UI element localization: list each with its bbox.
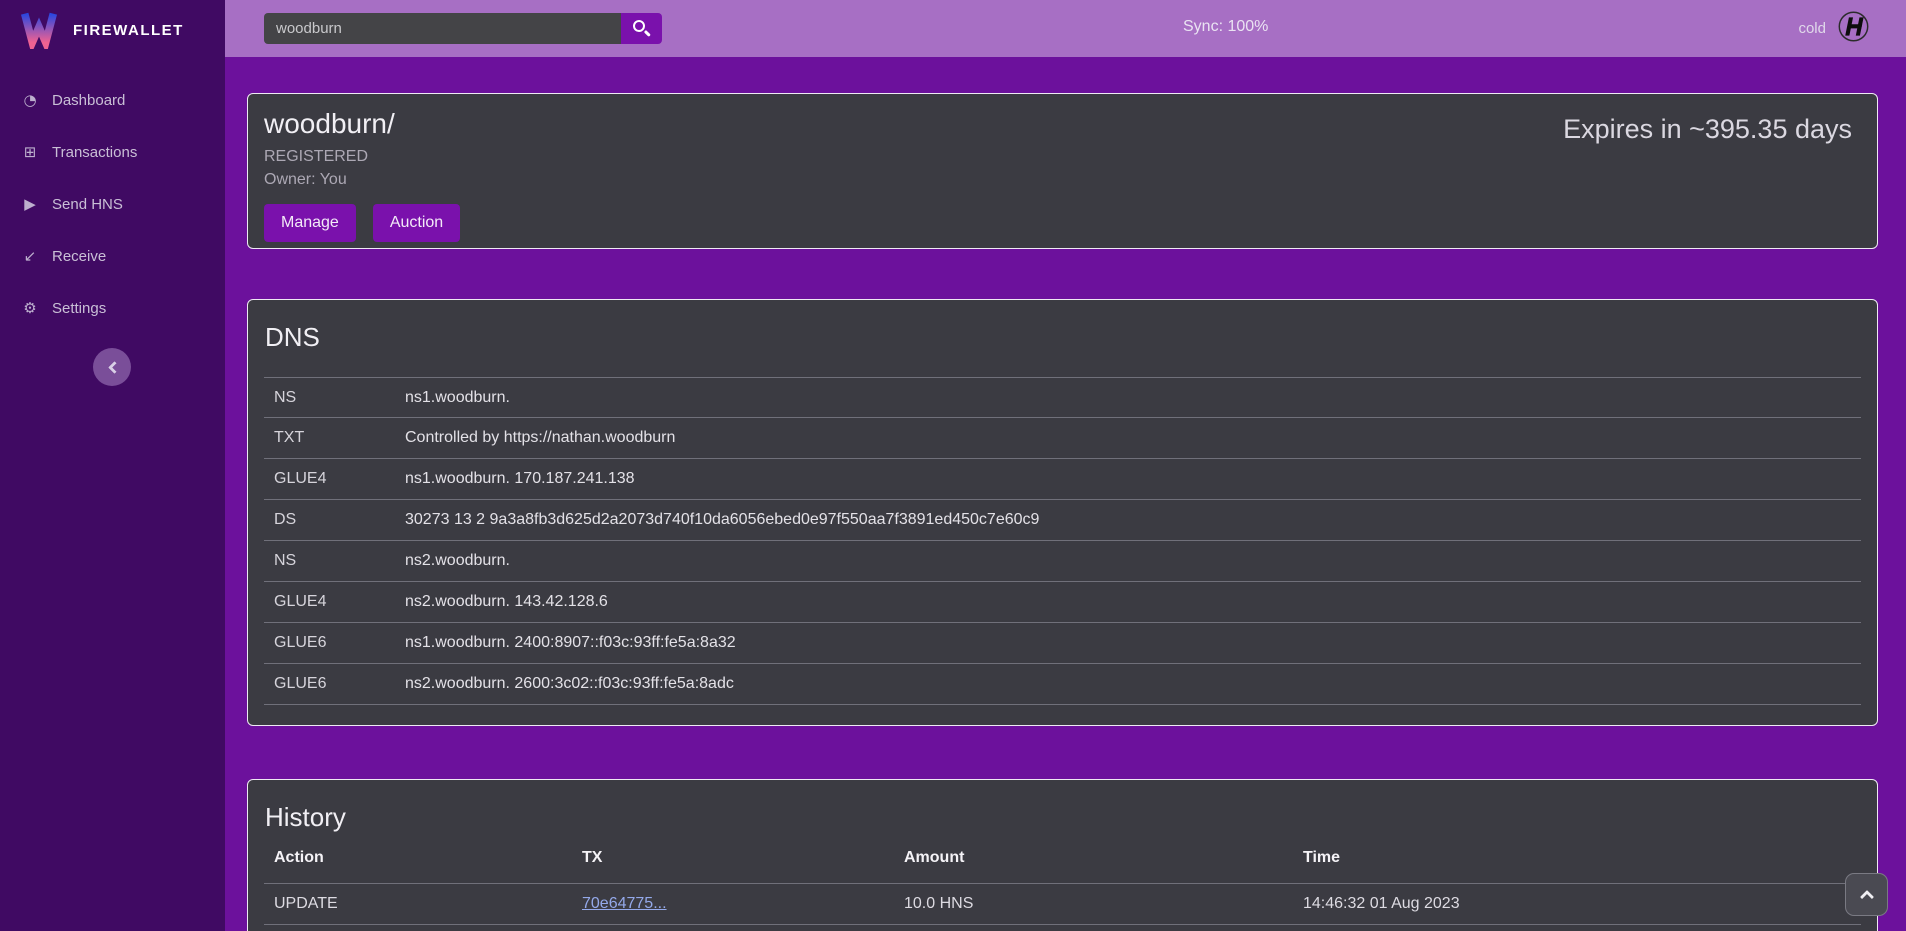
dns-record-value: Controlled by https://nathan.woodburn xyxy=(405,429,675,447)
tx-link[interactable]: 70e64775... xyxy=(582,895,667,912)
dns-record-row: GLUE4 ns1.woodburn. 170.187.241.138 xyxy=(264,459,1861,500)
auction-button[interactable]: Auction xyxy=(373,204,460,242)
sidebar-item-dashboard[interactable]: ◔ Dashboard xyxy=(0,74,225,126)
dns-record-type: NS xyxy=(274,389,405,407)
wallet-selector[interactable]: cold xyxy=(1798,0,1870,57)
domain-expiry: Expires in ~395.35 days xyxy=(1563,114,1852,145)
dns-record-type: GLUE4 xyxy=(274,470,405,488)
dns-record-type: TXT xyxy=(274,429,405,447)
history-card-title: History xyxy=(264,794,1861,833)
sidebar-item-settings[interactable]: ⚙ Settings xyxy=(0,282,225,334)
search-box xyxy=(264,13,662,44)
sidebar-item-label: Send HNS xyxy=(52,196,123,213)
sidebar-item-transactions[interactable]: ⊞ Transactions xyxy=(0,126,225,178)
dns-record-value: ns1.woodburn. 2400:8907::f03c:93ff:fe5a:… xyxy=(405,634,736,652)
history-col-action: Action xyxy=(274,849,582,867)
history-action: UPDATE xyxy=(274,895,582,913)
dns-card-title: DNS xyxy=(264,314,1861,353)
chevron-left-icon xyxy=(108,361,121,374)
search-icon xyxy=(633,20,645,32)
dns-record-type: DS xyxy=(274,511,405,529)
dns-record-type: NS xyxy=(274,552,405,570)
sidebar-item-label: Transactions xyxy=(52,144,137,161)
dns-record-row: NS ns1.woodburn. xyxy=(264,377,1861,418)
history-col-tx: TX xyxy=(582,849,904,867)
sidebar-item-label: Settings xyxy=(52,300,106,317)
sidebar-item-label: Receive xyxy=(52,248,106,265)
dns-record-value: ns2.woodburn. 143.42.128.6 xyxy=(405,593,608,611)
sidebar: FIREWALLET ◔ Dashboard ⊞ Transactions ▶ … xyxy=(0,0,225,931)
history-amount: 10.0 HNS xyxy=(904,895,1303,913)
history-row: UPDATE 70e64775... 10.0 HNS 14:46:32 01 … xyxy=(264,883,1861,924)
dns-record-type: GLUE4 xyxy=(274,593,405,611)
history-time: 14:46:32 01 Aug 2023 xyxy=(1303,895,1851,913)
send-icon: ▶ xyxy=(20,195,40,213)
sidebar-item-label: Dashboard xyxy=(52,92,125,109)
history-card: History Action TX Amount Time UPDATE 70e… xyxy=(247,779,1878,931)
manage-button[interactable]: Manage xyxy=(264,204,356,242)
history-table-header: Action TX Amount Time xyxy=(264,833,1861,883)
dns-table: NS ns1.woodburn. TXT Controlled by https… xyxy=(264,377,1861,705)
domain-card: woodburn/ REGISTERED Owner: You Manage A… xyxy=(247,93,1878,249)
settings-icon: ⚙ xyxy=(20,299,40,317)
dns-record-row: NS ns2.woodburn. xyxy=(264,541,1861,582)
receive-icon: ↙ xyxy=(20,247,40,265)
brand-logo: FIREWALLET xyxy=(0,0,225,60)
dns-record-type: GLUE6 xyxy=(274,634,405,652)
main-content: Sync: 100% cold woodburn/ REGISTERED Own… xyxy=(225,0,1906,931)
sidebar-item-receive[interactable]: ↙ Receive xyxy=(0,230,225,282)
history-row: RENEW d72c5e44... 10.0 HNS 15:17:36 07 F… xyxy=(264,924,1861,931)
dns-record-value: ns2.woodburn. 2600:3c02::f03c:93ff:fe5a:… xyxy=(405,675,734,693)
topbar: Sync: 100% cold xyxy=(225,0,1906,57)
history-col-amount: Amount xyxy=(904,849,1303,867)
handshake-icon xyxy=(1837,10,1870,48)
dns-record-row: TXT Controlled by https://nathan.woodbur… xyxy=(264,418,1861,459)
domain-actions: Manage Auction xyxy=(264,204,1861,242)
sidebar-collapse-button[interactable] xyxy=(93,348,131,386)
dns-record-row: GLUE6 ns1.woodburn. 2400:8907::f03c:93ff… xyxy=(264,623,1861,664)
firewallet-w-logo-icon xyxy=(18,7,60,54)
sidebar-item-send-hns[interactable]: ▶ Send HNS xyxy=(0,178,225,230)
history-col-time: Time xyxy=(1303,849,1851,867)
dns-record-type: GLUE6 xyxy=(274,675,405,693)
dns-record-value: ns2.woodburn. xyxy=(405,552,510,570)
dns-card: DNS NS ns1.woodburn. TXT Controlled by h… xyxy=(247,299,1878,726)
scroll-to-top-button[interactable] xyxy=(1845,873,1888,916)
search-button[interactable] xyxy=(621,13,662,44)
domain-status: REGISTERED xyxy=(264,148,1861,166)
dns-record-row: DS 30273 13 2 9a3a8fb3d625d2a2073d740f10… xyxy=(264,500,1861,541)
dns-record-value: ns1.woodburn. 170.187.241.138 xyxy=(405,470,635,488)
sync-status: Sync: 100% xyxy=(1183,18,1268,36)
dns-record-row: GLUE6 ns2.woodburn. 2600:3c02::f03c:93ff… xyxy=(264,664,1861,705)
domain-owner: Owner: You xyxy=(264,171,1861,189)
dns-record-value: 30273 13 2 9a3a8fb3d625d2a2073d740f10da6… xyxy=(405,511,1039,529)
dns-record-row: GLUE4 ns2.woodburn. 143.42.128.6 xyxy=(264,582,1861,623)
search-input[interactable] xyxy=(264,13,621,44)
chevron-up-icon xyxy=(1859,890,1873,904)
transactions-icon: ⊞ xyxy=(20,143,40,161)
wallet-name: cold xyxy=(1798,20,1826,37)
dashboard-icon: ◔ xyxy=(20,91,40,109)
brand-name: FIREWALLET xyxy=(73,22,184,39)
dns-record-value: ns1.woodburn. xyxy=(405,389,510,407)
sidebar-nav: ◔ Dashboard ⊞ Transactions ▶ Send HNS ↙ … xyxy=(0,74,225,334)
